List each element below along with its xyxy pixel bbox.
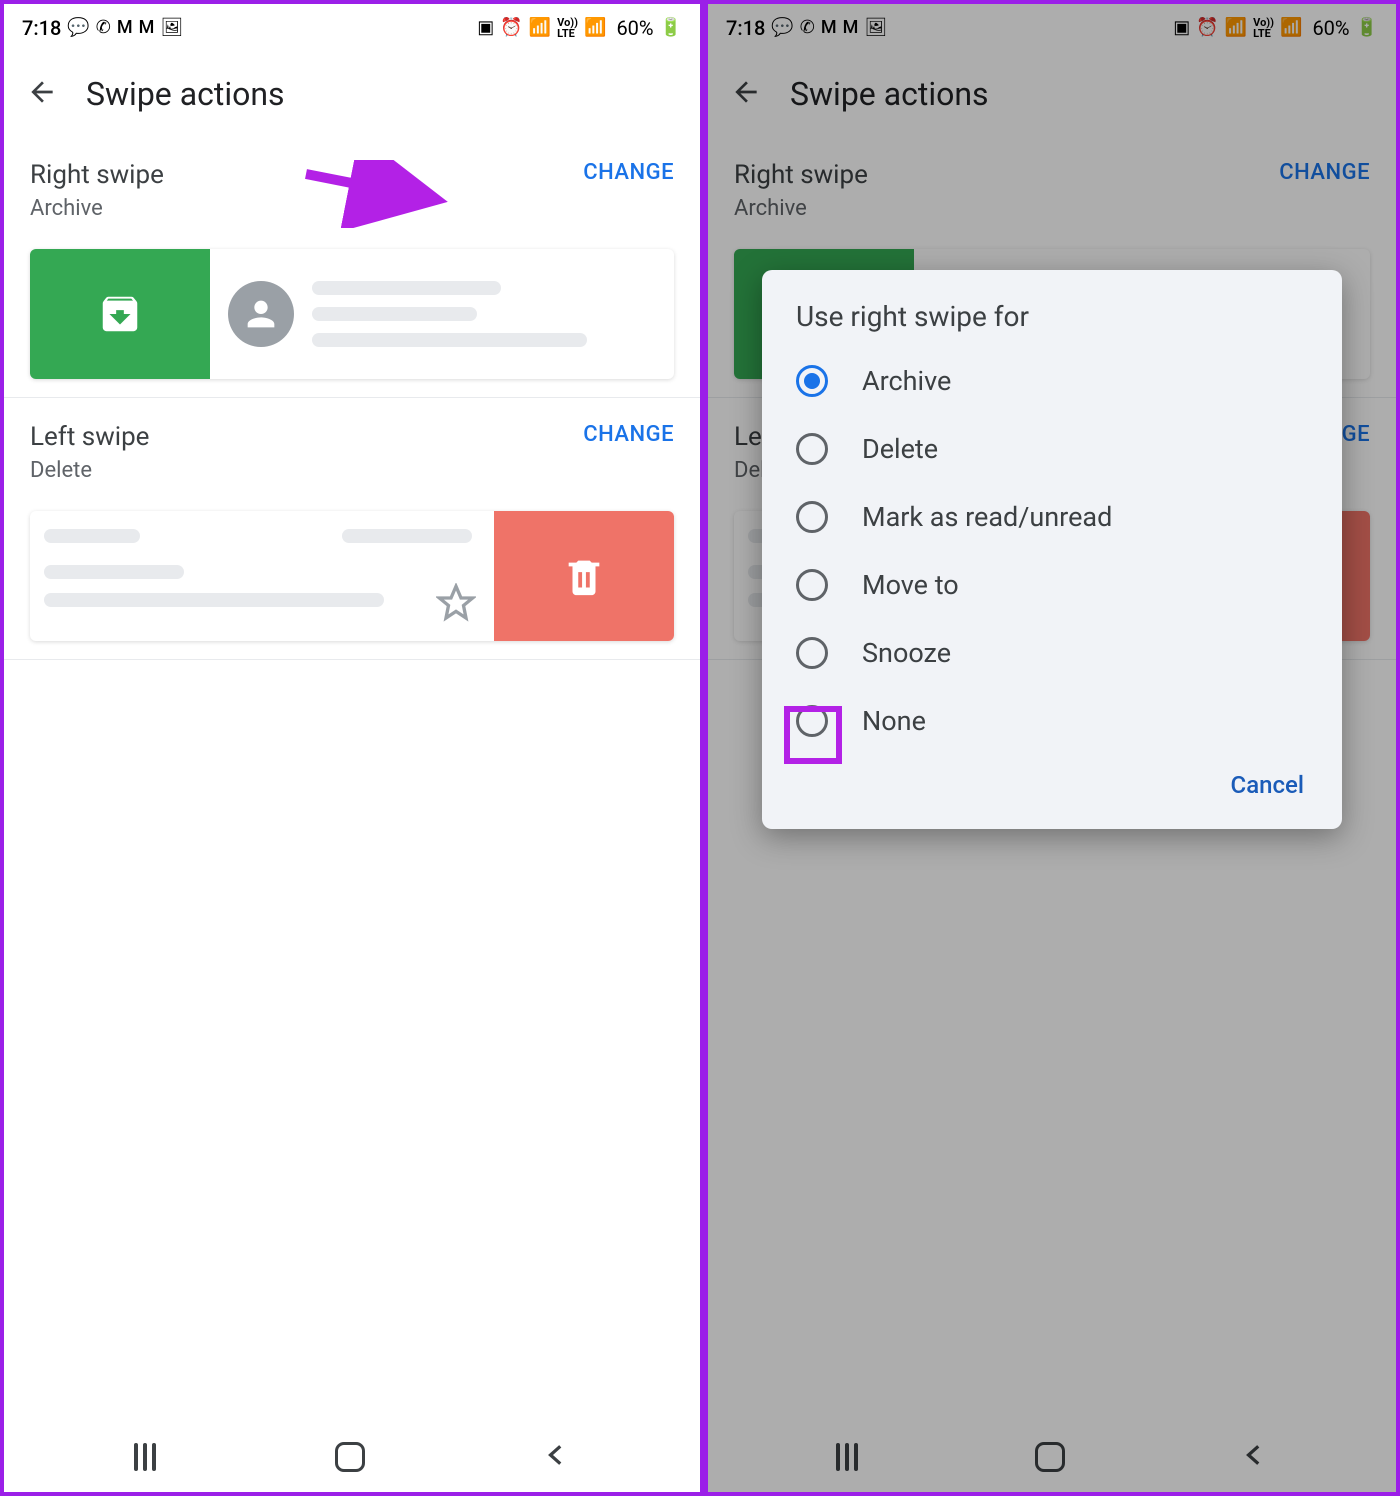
app-bar: Swipe actions [4, 52, 700, 136]
whatsapp-icon: ✆ [96, 19, 111, 37]
option-label: Delete [862, 433, 938, 465]
option-archive[interactable]: Archive [762, 347, 1342, 415]
right-swipe-label: Right swipe [30, 160, 164, 190]
right-swipe-action: Archive [30, 196, 164, 221]
mail-icon-2: M [139, 19, 155, 37]
star-icon [436, 583, 476, 627]
volte-icon: Vo))LTE [557, 17, 578, 39]
wifi-icon: 📶 [529, 19, 551, 37]
option-none[interactable]: None [762, 687, 1342, 755]
status-bar: 7:18 💬 ✆ M M 🖼 ▣ ⏰ 📶 Vo))LTE 📶 60% 🔋 [4, 4, 700, 52]
right-swipe-preview [30, 249, 674, 379]
avatar-icon [228, 281, 294, 347]
option-label: Archive [862, 365, 951, 397]
option-label: Mark as read/unread [862, 501, 1112, 533]
radio-icon [796, 569, 828, 601]
option-move-to[interactable]: Move to [762, 551, 1342, 619]
option-label: Move to [862, 569, 959, 601]
option-label: None [862, 705, 926, 737]
back-button[interactable] [26, 76, 58, 112]
nfc-icon: ▣ [477, 19, 494, 37]
back-nav-button[interactable] [544, 1442, 570, 1472]
option-delete[interactable]: Delete [762, 415, 1342, 483]
recents-button[interactable] [134, 1443, 156, 1471]
option-snooze[interactable]: Snooze [762, 619, 1342, 687]
battery-icon: 🔋 [660, 19, 682, 37]
phone-right: 7:18 💬 ✆ M M 🖼 ▣ ⏰ 📶 Vo))LTE 📶 60% 🔋 Sw [700, 4, 1396, 1492]
annotation-highlight-snooze [784, 706, 842, 764]
cancel-button[interactable]: Cancel [1221, 765, 1314, 805]
radio-icon [796, 433, 828, 465]
mail-placeholder-lines [312, 281, 656, 347]
signal-icon: 📶 [584, 19, 606, 37]
change-left-swipe-button[interactable]: CHANGE [583, 422, 674, 447]
mail-icon: M [117, 19, 133, 37]
option-label: Snooze [862, 637, 951, 669]
option-mark-read[interactable]: Mark as read/unread [762, 483, 1342, 551]
chat-icon: 💬 [67, 19, 89, 37]
left-swipe-section: Left swipe Delete CHANGE [4, 398, 700, 660]
image-icon: 🖼 [160, 19, 183, 37]
delete-action-block [494, 511, 674, 641]
left-swipe-label: Left swipe [30, 422, 149, 452]
annotation-arrow [298, 160, 468, 232]
dialog-title: Use right swipe for [762, 300, 1342, 347]
left-swipe-preview [30, 511, 674, 641]
home-button[interactable] [335, 1442, 365, 1472]
radio-icon [796, 365, 828, 397]
archive-icon [97, 291, 143, 337]
radio-icon [796, 637, 828, 669]
change-right-swipe-button[interactable]: CHANGE [583, 160, 674, 185]
trash-icon [561, 553, 607, 599]
archive-action-block [30, 249, 210, 379]
nav-bar [4, 1422, 700, 1492]
left-swipe-action: Delete [30, 458, 149, 483]
clock: 7:18 [22, 16, 61, 40]
alarm-icon: ⏰ [500, 19, 522, 37]
page-title: Swipe actions [86, 75, 285, 113]
swipe-action-dialog: Use right swipe for Archive Delete Mark … [762, 270, 1342, 829]
phone-left: 7:18 💬 ✆ M M 🖼 ▣ ⏰ 📶 Vo))LTE 📶 60% 🔋 Swi… [4, 4, 700, 1492]
radio-icon [796, 501, 828, 533]
battery-text: 60% [616, 16, 653, 40]
